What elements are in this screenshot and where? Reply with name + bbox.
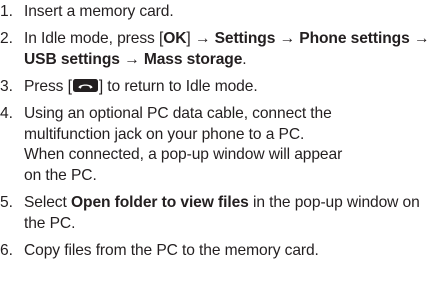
menu-phone-settings: Phone settings [299, 30, 410, 48]
step-2-end: . [242, 50, 247, 68]
arrow: → [275, 30, 300, 48]
step-text: Insert a memory card. [24, 2, 434, 23]
step-3-suffix: ] to return to Idle mode. [98, 78, 258, 96]
arrow: → [409, 30, 430, 48]
step-3-prefix: Press [ [24, 78, 72, 96]
step-6: 6. Copy files from the PC to the memory … [0, 241, 434, 262]
step-1-text: Insert a memory card. [24, 3, 174, 20]
step-number: 5. [0, 194, 13, 212]
instruction-steps: 1. Insert a memory card. 2. In Idle mode… [0, 2, 434, 268]
step-4-line-1: Using an optional PC data cable, connect… [24, 105, 332, 123]
step-number: 2. [0, 30, 13, 48]
step-4-line-3: When connected, a pop-up window will app… [24, 146, 343, 164]
step-text: Press [ ] to return to Idle mode. [24, 77, 434, 98]
menu-mass-storage: Mass storage [143, 50, 243, 68]
step-5-prefix: Select [24, 194, 71, 212]
step-1: 1. Insert a memory card. [0, 2, 434, 23]
step-text: Using an optional PC data cable, connect… [24, 104, 434, 186]
step-2: 2. In Idle mode, press [OK] → Settings →… [0, 29, 434, 70]
end-call-key-icon [72, 79, 98, 93]
menu-settings: Settings [214, 30, 276, 48]
step-6-text: Copy files from the PC to the memory car… [24, 241, 319, 259]
step-4-line-2: multifunction jack on your phone to a PC… [24, 125, 305, 143]
option-open-folder: Open folder to view files [70, 194, 249, 212]
step-number: 4. [0, 105, 13, 123]
step-3: 3. Press [ ] to return to Idle mode. [0, 77, 434, 98]
step-number: 6. [0, 241, 13, 259]
arrow: → [119, 50, 144, 68]
step-text: Copy files from the PC to the memory car… [24, 241, 434, 262]
step-4: 4. Using an optional PC data cable, conn… [0, 104, 434, 186]
step-number: 1. [0, 3, 13, 20]
step-number: 3. [0, 78, 13, 96]
step-5: 5. Select Open folder to view files in t… [0, 193, 434, 234]
menu-usb-settings: USB settings [24, 50, 120, 68]
step-2-prefix: In Idle mode, press [ [24, 30, 164, 48]
arrow: → [190, 30, 215, 48]
manual-page: { "steps": [ { "number": "1.", "text": "… [0, 0, 434, 292]
step-4-line-4: on the PC. [24, 166, 97, 184]
step-text: In Idle mode, press [OK] → Settings → Ph… [24, 29, 434, 70]
step-text: Select Open folder to view files in the … [24, 193, 434, 234]
ok-key-label: OK [163, 30, 187, 48]
